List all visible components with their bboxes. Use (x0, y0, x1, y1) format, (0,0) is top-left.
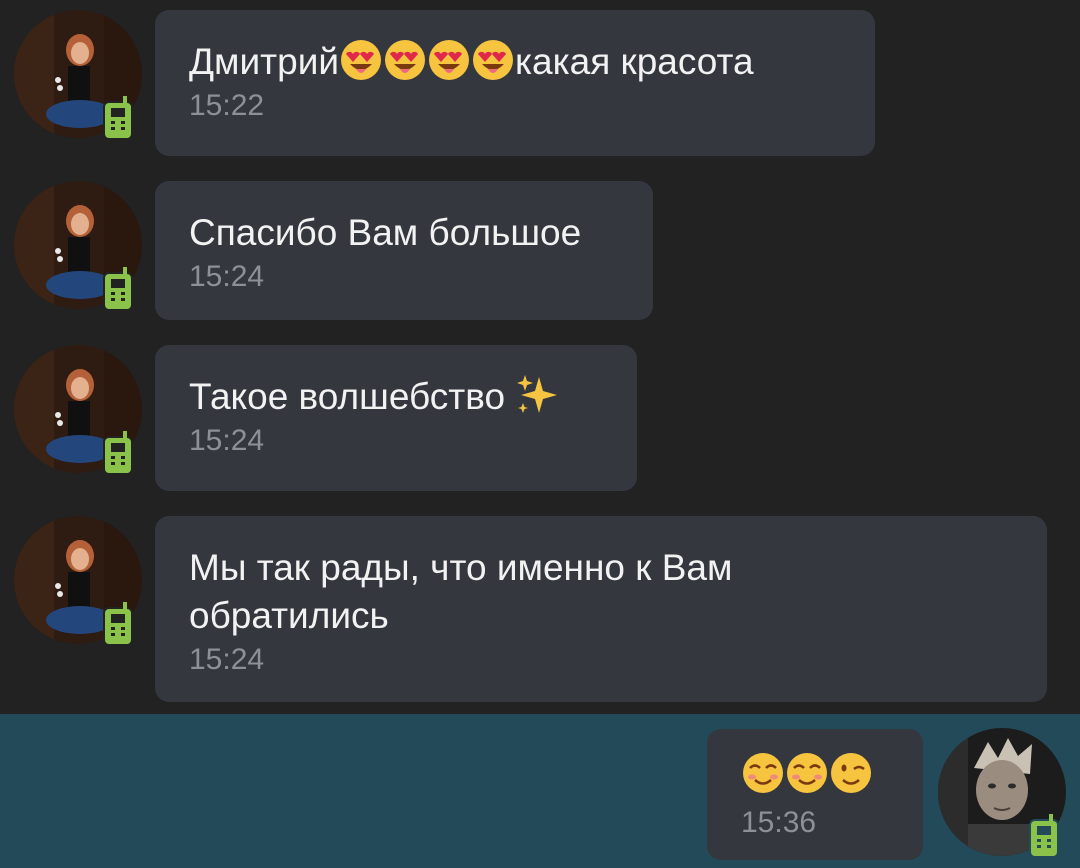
message-text-part: какая красота (515, 41, 754, 82)
message-text-line: обратились (189, 595, 389, 636)
chat-screen: Дмитрий какая красота 15:22 Спасибо Вам … (0, 0, 1080, 868)
message-text: Спасибо Вам большое (189, 212, 582, 253)
mobile-phone-icon (1029, 814, 1059, 858)
smiling-blush-emoji-icon (787, 753, 827, 793)
message-row[interactable]: Спасибо Вам большое 15:24 (0, 181, 1080, 320)
heart-eyes-tongue-emoji-icon (473, 40, 514, 80)
message-time: 15:24 (189, 260, 265, 293)
message-bubble[interactable]: Мы так рады, что именно к Вам обратились… (155, 516, 1047, 702)
message-bubble[interactable]: Такое волшебство 15:24 (155, 345, 637, 491)
heart-eyes-tongue-emoji-icon (385, 40, 426, 80)
message-text: Дмитрий какая красота (189, 38, 841, 86)
message-text-part: Дмитрий (189, 41, 340, 82)
winking-face-emoji-icon (831, 753, 871, 793)
outgoing-message-bubble[interactable]: 15:36 (707, 729, 923, 860)
mobile-phone-icon (103, 602, 133, 646)
message-row[interactable]: Мы так рады, что именно к Вам обратились… (0, 516, 1080, 702)
message-text-line: Мы так рады, что именно к Вам (189, 547, 733, 588)
heart-eyes-tongue-emoji-icon (341, 40, 382, 80)
smiling-blush-emoji-icon (743, 753, 783, 793)
message-time: 15:36 (741, 806, 817, 839)
heart-eyes-tongue-emoji-icon (429, 40, 470, 80)
message-emojis (741, 751, 923, 799)
message-row[interactable]: Дмитрий какая красота 15:22 (0, 10, 1080, 156)
message-text: Такое волшебство (189, 373, 603, 421)
message-row[interactable]: Такое волшебство 15:24 (0, 345, 1080, 491)
sparkles-emoji-icon (517, 375, 558, 413)
message-time: 15:24 (189, 643, 265, 676)
message-bubble[interactable]: Дмитрий какая красота 15:22 (155, 10, 875, 156)
mobile-phone-icon (103, 96, 133, 140)
mobile-phone-icon (103, 431, 133, 475)
message-text-part: Такое волшебство (189, 376, 516, 417)
message-time: 15:22 (189, 89, 265, 122)
message-time: 15:24 (189, 424, 265, 457)
mobile-phone-icon (103, 267, 133, 311)
message-bubble[interactable]: Спасибо Вам большое 15:24 (155, 181, 653, 320)
